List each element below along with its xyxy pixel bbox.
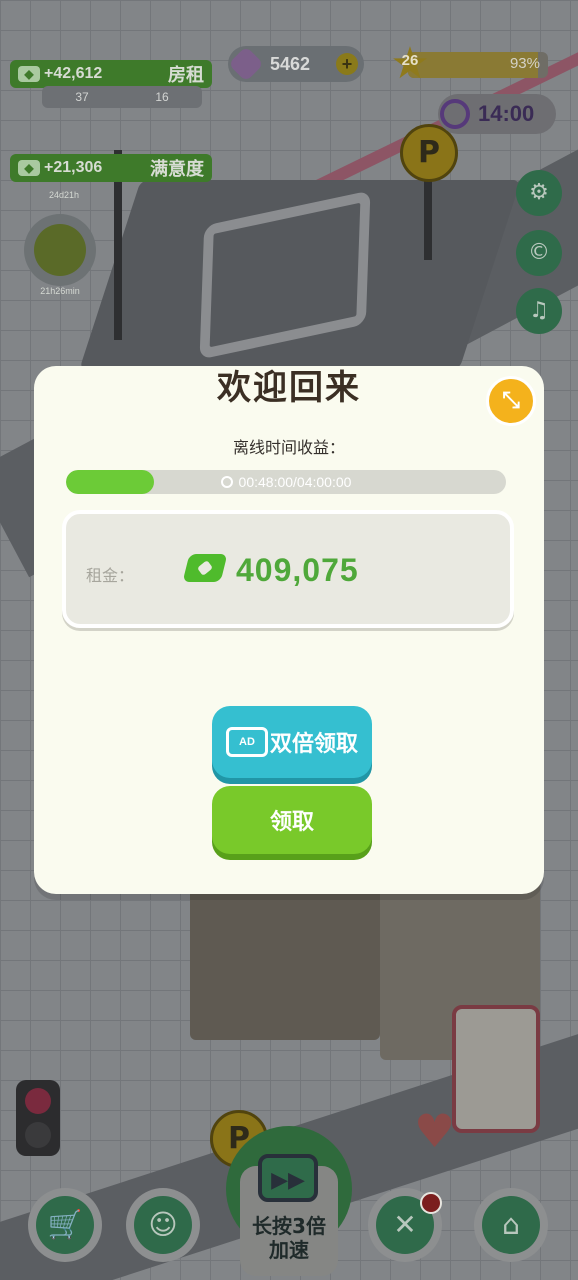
speed-label-line2: 加速 [269, 1238, 309, 1262]
emoji-button[interactable]: ☺ [126, 1188, 200, 1262]
traffic-light [16, 1080, 60, 1156]
tv-icon: ▶▶ [258, 1154, 318, 1202]
level-progress-label: 93% [509, 55, 540, 72]
timer-badge-a: 24d21h [48, 190, 80, 200]
gem-counter[interactable]: 5462 + [228, 46, 364, 82]
offline-time-label-wrap: 00:48:00/04:00:00 [66, 470, 506, 494]
menu-board [452, 1005, 540, 1133]
dialog-title: 欢迎回来 [217, 368, 361, 408]
parking-sign-icon: P [400, 124, 458, 182]
home-icon: ⌂ [482, 1196, 540, 1254]
money-icon [182, 554, 228, 582]
reward-value: 409,075 [236, 552, 359, 588]
notification-dot [420, 1192, 442, 1214]
ad-icon: AD [225, 727, 268, 757]
claim-button[interactable]: 领取 [212, 786, 372, 854]
satisfaction-label: 满意度 [150, 159, 204, 179]
gem-count: 5462 [270, 53, 311, 74]
collapse-button[interactable]: ⤡ [486, 376, 536, 426]
heart-decoration: ♥ [414, 1104, 456, 1158]
stat-b: 16 [155, 90, 169, 104]
clock-icon [220, 476, 233, 488]
gear-icon[interactable]: ⚙ [516, 170, 562, 216]
level-number: 26 [401, 52, 419, 69]
speed-label: 长按3倍 加速 [234, 1214, 344, 1262]
claim-label: 领取 [269, 810, 314, 835]
double-claim-button[interactable]: AD 双倍领取 [212, 706, 372, 778]
speed-label-line1: 长按3倍 [252, 1214, 326, 1238]
building-block [190, 880, 380, 1040]
offline-time-text: 00:48:00/04:00:00 [238, 474, 352, 490]
mini-stats-bar: 37 16 [42, 86, 202, 108]
reward-card: 租金： 409,075 [62, 510, 514, 628]
stat-a: 37 [75, 90, 89, 104]
satisfaction-income-bar[interactable]: ◆ +21,306 满意度 [10, 154, 212, 182]
level-indicator[interactable]: 93% ★ 26 [388, 42, 556, 86]
gem-icon [228, 46, 264, 82]
add-gems-plus-icon[interactable]: + [336, 53, 358, 75]
home-button[interactable]: ⌂ [474, 1188, 548, 1262]
rent-label: 房租 [168, 65, 204, 85]
money-icon: ◆ [18, 160, 40, 176]
double-claim-label: 双倍领取 [269, 732, 358, 757]
smile-icon: ☺ [134, 1196, 192, 1254]
game-clock: 14:00 [438, 94, 556, 134]
event-disc[interactable] [24, 214, 96, 286]
rent-income-bar[interactable]: ◆ +42,612 房租 [10, 60, 212, 88]
bell-icon[interactable]: ♫ [516, 288, 562, 334]
offline-earnings-label: 离线时间收益： [232, 438, 345, 457]
rent-income-value: +42,612 [44, 65, 103, 82]
money-icon: ◆ [18, 66, 40, 82]
clock-time: 14:00 [478, 101, 535, 126]
reward-label: 租金： [86, 566, 135, 585]
coupon-icon[interactable]: © [516, 230, 562, 276]
collapse-icon: ⤡ [502, 388, 520, 413]
offline-time-progress: 00:48:00/04:00:00 [66, 470, 506, 494]
shop-button[interactable]: 🛒 [28, 1188, 102, 1262]
clock-icon [440, 99, 470, 129]
satisfaction-income-value: +21,306 [44, 159, 103, 176]
sign-pole [424, 170, 432, 260]
speed-up-button[interactable]: ▶▶ 长按3倍 加速 [226, 1126, 352, 1276]
cart-icon: 🛒 [36, 1196, 94, 1254]
timer-badge-b: 21h26min [40, 286, 80, 296]
